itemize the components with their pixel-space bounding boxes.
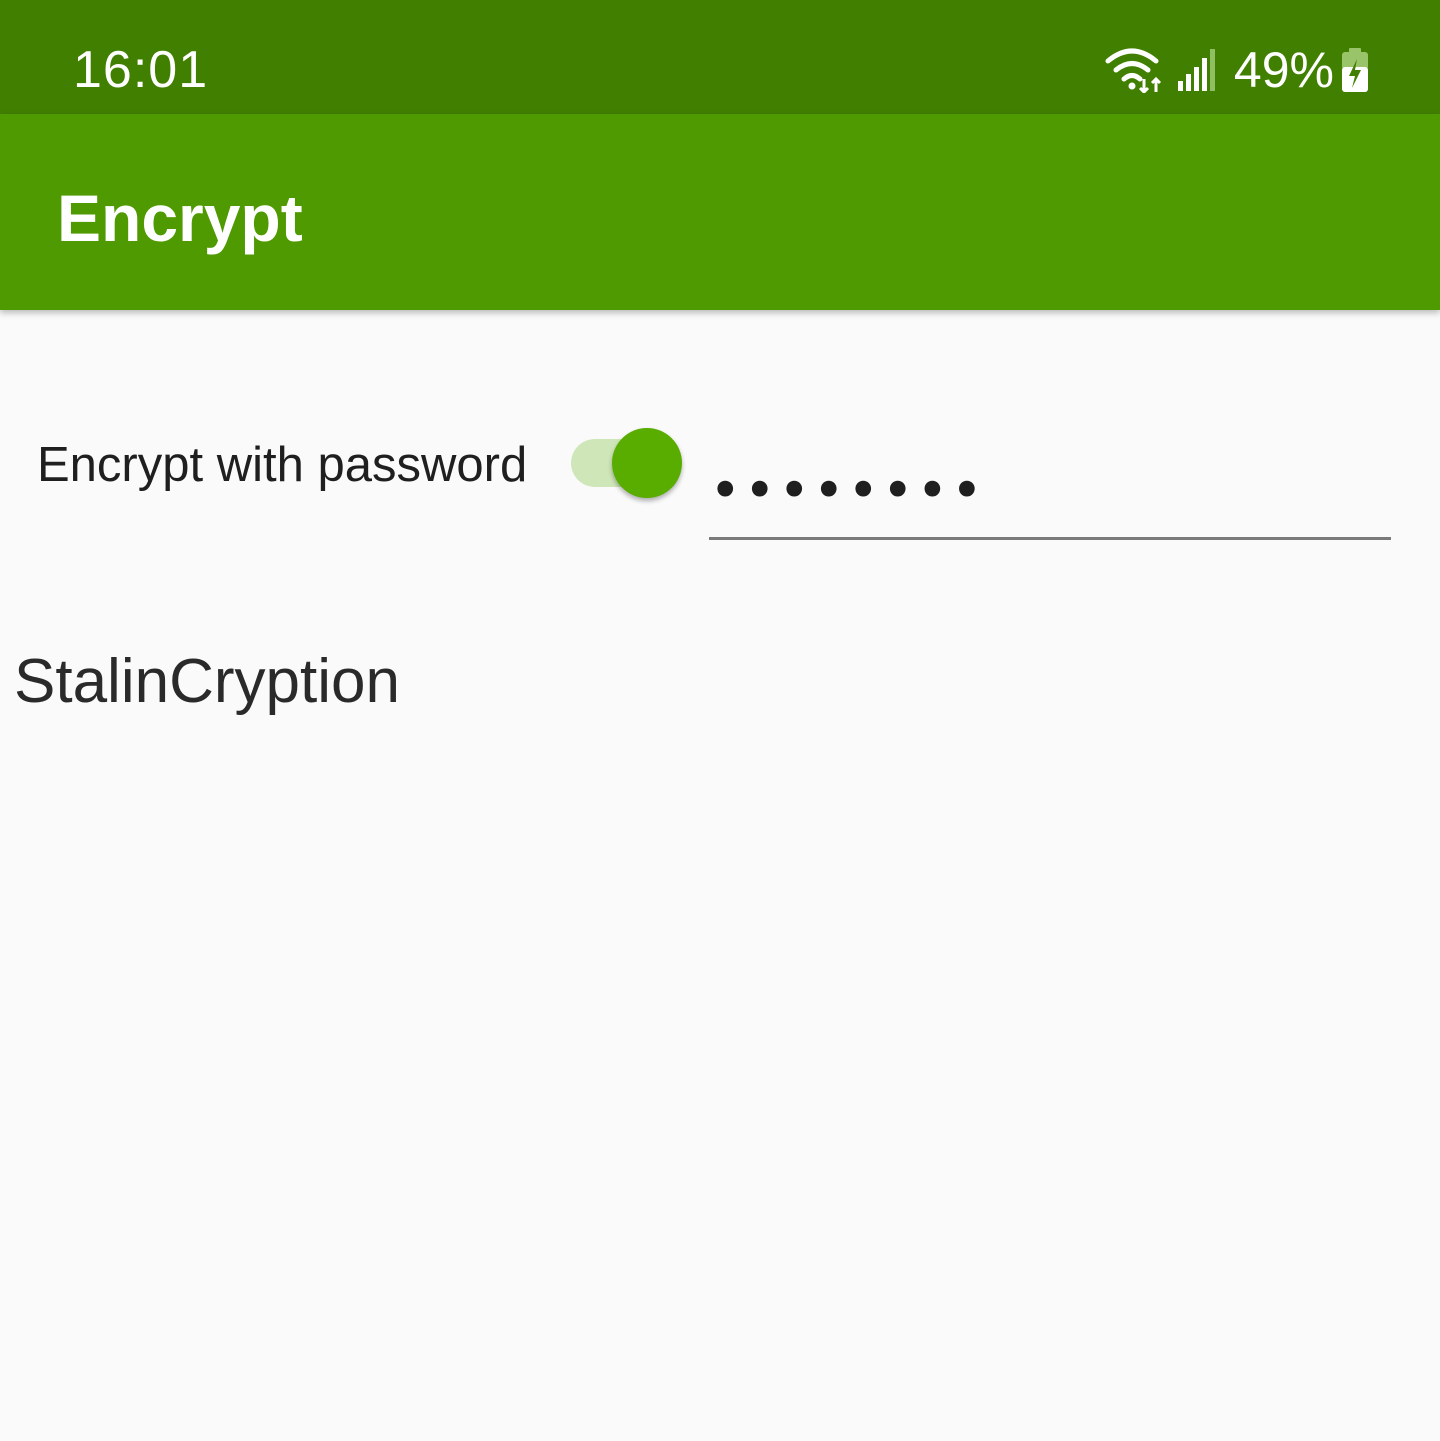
wifi-icon — [1104, 47, 1164, 93]
status-bar: 16:01 49% — [0, 0, 1440, 114]
status-icons: 49% — [1104, 40, 1370, 100]
encrypted-output-text: StalinCryption — [14, 647, 400, 716]
switch-thumb[interactable] — [612, 428, 682, 498]
battery-percent: 49% — [1233, 42, 1334, 98]
battery-charging-icon — [1340, 48, 1370, 92]
signal-icon — [1176, 49, 1216, 91]
app-bar: Encrypt — [0, 114, 1440, 310]
encrypt-options-row: Encrypt with password — [0, 400, 1440, 560]
password-switch-label: Encrypt with password — [37, 438, 528, 492]
password-input[interactable] — [709, 444, 1391, 540]
page-title: Encrypt — [57, 181, 303, 255]
password-toggle-switch[interactable] — [569, 428, 684, 498]
status-time: 16:01 — [73, 41, 209, 99]
